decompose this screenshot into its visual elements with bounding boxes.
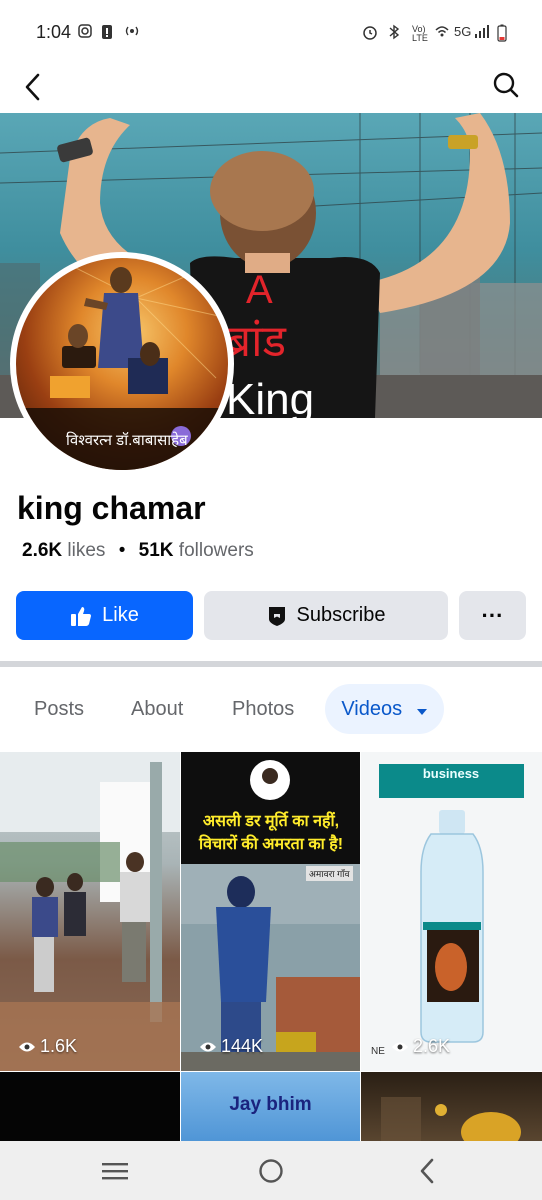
likes-count[interactable]: 2.6K	[22, 540, 62, 561]
like-button[interactable]: Like	[16, 591, 193, 640]
tab-about[interactable]: About	[131, 684, 183, 734]
page-title: king chamar	[17, 490, 206, 526]
video-subtext: अमावरा गाँव	[306, 866, 353, 881]
video-thumbnail[interactable]	[0, 1072, 180, 1142]
battery-icon	[497, 24, 507, 45]
cover-text-brand: ब्रांड	[226, 317, 287, 366]
hotspot-icon	[123, 24, 141, 41]
video-thumbnail[interactable]: असली डर मूर्ति का नहीं, विचारों की अमरता…	[181, 752, 360, 1071]
cover-text-a: A	[246, 268, 273, 312]
system-navigation-bar	[0, 1141, 542, 1200]
eye-icon	[391, 1041, 409, 1053]
lte-label: LTE	[412, 33, 428, 43]
eye-icon	[199, 1041, 217, 1053]
likes-label[interactable]: likes	[67, 540, 105, 561]
eye-icon	[18, 1041, 36, 1053]
status-time: 1:04	[36, 22, 72, 42]
cover-text-king: King	[226, 375, 315, 418]
search-icon[interactable]	[492, 71, 520, 104]
view-count-label: 2.6K	[413, 1036, 451, 1056]
video-overlay-title: Jay bhim	[229, 1094, 312, 1115]
back-icon[interactable]	[22, 72, 44, 107]
video-overlay-title: असली डर मूर्ति का नहीं, विचारों की अमरता…	[198, 813, 344, 853]
view-count: 1.6K	[18, 1036, 77, 1057]
network-type: 5G	[454, 24, 472, 39]
view-count-label: 1.6K	[40, 1036, 78, 1056]
tab-photos[interactable]: Photos	[232, 684, 294, 734]
video-thumbnail[interactable]: 1.6K	[0, 752, 180, 1071]
subscribe-label: Subscribe	[296, 604, 386, 626]
view-count: 2.6K	[391, 1036, 450, 1057]
subscribe-button[interactable]: Subscribe	[204, 591, 448, 640]
alarm-icon	[362, 24, 378, 43]
video-footer-text: NE	[371, 1046, 385, 1057]
status-bar: 1:04 Vo) LTE 5G	[0, 0, 542, 64]
video-thumbnail[interactable]: business NE 2.6K	[361, 752, 542, 1071]
view-count: 144K	[199, 1036, 263, 1057]
thumbs-up-icon	[70, 605, 92, 627]
profile-tabs: Posts About Photos Videos	[0, 684, 542, 736]
view-count-label: 144K	[221, 1036, 264, 1056]
stats-separator: •	[118, 540, 126, 561]
bluetooth-icon	[388, 24, 400, 43]
top-navigation	[0, 64, 542, 114]
alert-icon	[101, 24, 113, 43]
video-thumbnail[interactable]: Jay bhim	[181, 1072, 360, 1142]
more-icon: ···	[481, 602, 504, 628]
video-overlay-title: business	[422, 766, 480, 781]
system-back-icon[interactable]	[418, 1158, 436, 1189]
wifi-icon	[434, 24, 450, 41]
more-options-button[interactable]: ···	[459, 591, 526, 640]
followers-count[interactable]: 51K	[139, 540, 174, 561]
recent-apps-icon[interactable]	[102, 1161, 128, 1186]
subscribe-icon	[267, 605, 287, 627]
followers-label[interactable]: followers	[179, 540, 254, 561]
like-label: Like	[102, 604, 139, 626]
avatar-caption: विश्वरत्न डॉ.बाबासाहेब	[66, 432, 188, 449]
videos-grid: 1.6K असली डर मूर्ति का नहीं, विचारों की …	[0, 752, 542, 1142]
volte-indicator: Vo) LTE	[412, 24, 428, 43]
section-divider	[0, 661, 542, 667]
tab-videos[interactable]: Videos	[325, 684, 444, 734]
page-stats: 2.6K likes • 51K followers	[22, 540, 254, 562]
tab-videos-label: Videos	[341, 698, 403, 720]
caret-down-icon	[416, 685, 428, 735]
profile-picture[interactable]: विश्वरत्न डॉ.बाबासाहेब	[16, 258, 228, 470]
instagram-icon	[78, 24, 92, 41]
home-icon[interactable]	[258, 1158, 284, 1189]
signal-icon	[474, 24, 490, 41]
tab-posts[interactable]: Posts	[34, 684, 84, 734]
video-thumbnail[interactable]	[361, 1072, 542, 1142]
